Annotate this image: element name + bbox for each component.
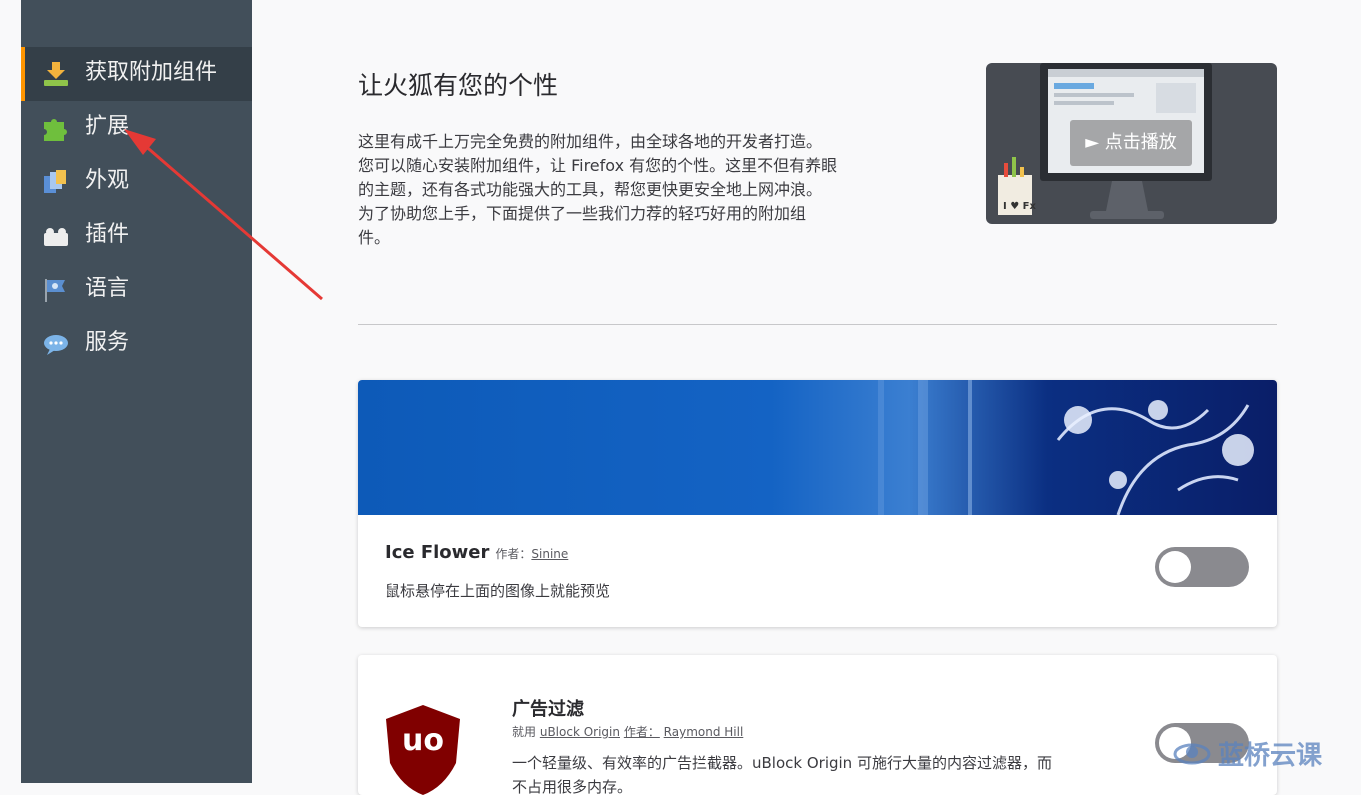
i-love-fx-badge: I ♥ Fx [1003, 201, 1036, 212]
addon-title: Ice Flower 作者：Sinine [385, 542, 568, 563]
by-label: 作者： [623, 725, 660, 739]
addon-card-ice-flower: Ice Flower 作者：Sinine 鼠标悬停在上面的图像上就能预览 [358, 380, 1277, 627]
intro-line: 件。 [358, 228, 391, 247]
page-title: 让火狐有您的个性 [358, 71, 559, 100]
addon-name: 广告过滤 [512, 699, 584, 720]
sidebar-item-label: 语言 [85, 276, 130, 301]
subtitle-prefix: 就用 [512, 725, 537, 739]
intro-line: 为了协助您上手，下面提供了一些我们力荐的轻巧好用的附加组 [358, 204, 807, 223]
watermark-text: 蓝桥云课 [1218, 740, 1323, 771]
sidebar-item-label: 插件 [85, 222, 130, 247]
sidebar-item-languages[interactable]: 语言 [21, 263, 252, 317]
intro-video[interactable]: I ♥ Fx ► 点击播放 [986, 63, 1277, 224]
addon-description: 鼠标悬停在上面的图像上就能预览 [385, 582, 611, 600]
sidebar-item-plugins[interactable]: 插件 [21, 209, 252, 263]
by-label: 作者： [495, 547, 532, 561]
sidebar-item-label: 服务 [85, 330, 130, 355]
intro-line: 您可以随心安装附加组件，让 Firefox 有您的个性。这里不但有养眼 [358, 156, 838, 175]
addon-subtitle: 就用 uBlock Origin 作者： Raymond Hill [512, 723, 743, 740]
author-link[interactable]: Sinine [531, 547, 568, 561]
language-flag-icon [45, 279, 65, 302]
product-link[interactable]: uBlock Origin [540, 725, 620, 739]
categories-sidebar: 获取附加组件 扩展 外观 插件 语言 服务 [21, 0, 252, 783]
addon-name: Ice Flower [385, 542, 490, 563]
ublock-logo-text: uo [402, 723, 444, 758]
sidebar-item-appearance[interactable]: 外观 [21, 155, 252, 209]
puzzle-piece-icon [44, 119, 67, 141]
intro-line: 这里有成千上万完全免费的附加组件，由全球各地的开发者打造。 [358, 132, 823, 151]
watermark-logo-icon [1173, 743, 1211, 765]
author-link[interactable]: Raymond Hill [664, 725, 744, 739]
intro-description: 这里有成千上万完全免费的附加组件，由全球各地的开发者打造。 您可以随心安装附加组… [358, 130, 928, 250]
get-addons-icon [44, 62, 68, 86]
section-divider [358, 324, 1277, 325]
addon-description: 一个轻量级、有效率的广告拦截器。uBlock Origin 可施行大量的内容过滤… [512, 754, 1052, 772]
sidebar-item-label: 外观 [85, 168, 130, 193]
sidebar-item-services[interactable]: 服务 [21, 317, 252, 371]
theme-banner-preview[interactable] [358, 380, 1277, 515]
addon-card-ublock: uo 广告过滤 就用 uBlock Origin 作者： Raymond Hil… [358, 655, 1277, 795]
appearance-icon [44, 170, 66, 193]
intro-line: 的主题，还有各式功能强大的工具，帮您更快更安全地上网冲浪。 [358, 180, 823, 199]
enable-toggle[interactable] [1155, 547, 1249, 587]
toggle-knob [1159, 551, 1191, 583]
addon-description-line2: 不占用很多内存。 [512, 778, 633, 795]
sidebar-item-label: 获取附加组件 [85, 60, 218, 85]
services-cloud-icon [44, 335, 68, 355]
window-edge [0, 0, 21, 783]
play-video-button[interactable]: ► 点击播放 [1070, 120, 1192, 166]
sidebar-item-get-addons[interactable]: 获取附加组件 [21, 47, 252, 101]
sidebar-item-label: 扩展 [85, 114, 130, 139]
plugin-brick-icon [44, 228, 68, 246]
watermark: 蓝桥云课 [1172, 735, 1352, 771]
sidebar-item-extensions[interactable]: 扩展 [21, 101, 252, 155]
